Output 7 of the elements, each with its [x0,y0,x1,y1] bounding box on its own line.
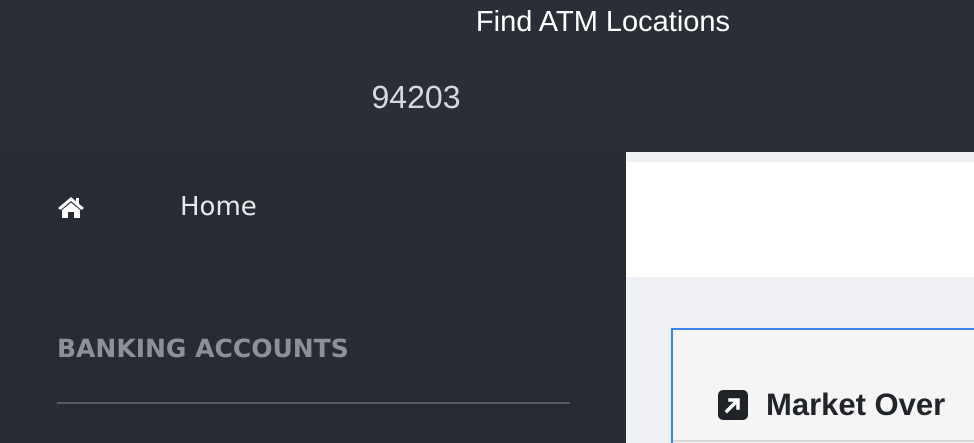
card-title: Market Over [766,386,946,422]
sidebar-item[interactable]: Home [57,192,257,222]
zip-code-text: 94203 [372,78,462,116]
section-heading: BANKING ACCOUNTS [57,334,350,364]
arrow-square-icon [718,390,748,420]
header-title: Find ATM Locations [474,5,730,40]
home-icon [57,195,85,219]
